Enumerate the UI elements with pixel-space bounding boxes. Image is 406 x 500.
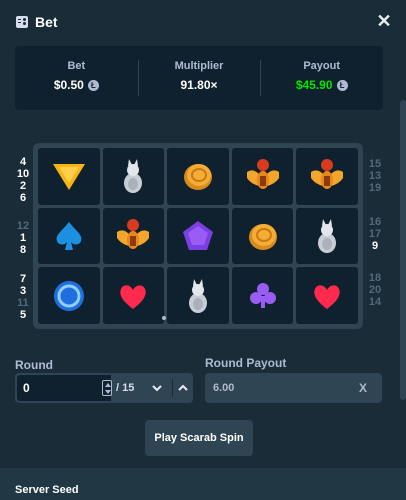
modal-scrollbar[interactable] (400, 100, 406, 400)
multiplier-label: Multiplier (174, 60, 224, 72)
reel-cell (167, 148, 229, 205)
reel-cell (231, 148, 294, 205)
litecoin-icon: Ł (336, 79, 348, 91)
multiplier-value: 91.80× (180, 78, 217, 92)
scarab-symbol-icon (117, 218, 150, 249)
club-symbol-icon (249, 282, 276, 308)
modal-title: Bet (35, 14, 58, 30)
scarab-symbol-icon (311, 159, 344, 190)
payout-stat: Payout $45.90 Ł (260, 46, 383, 110)
bet-label: Bet (67, 60, 86, 72)
round-label: Round (15, 358, 53, 372)
payline-number: 8 (19, 244, 27, 256)
payline-group-right-top: 15 13 19 (368, 158, 382, 194)
cat-symbol-icon (124, 159, 143, 194)
scarab-symbol-icon (246, 159, 279, 190)
payline-number: 17 (368, 228, 382, 240)
coin-symbol-icon (248, 223, 277, 250)
payout-amount: $45.90 (295, 78, 333, 92)
multiplier-amount: 91.80× (180, 78, 218, 92)
payline-number: 6 (19, 192, 27, 204)
round-payout-label: Round Payout (205, 356, 287, 370)
litecoin-icon: Ł (87, 79, 99, 91)
heart-symbol-icon (120, 285, 147, 309)
reel-cell (296, 267, 358, 324)
bet-summary: Bet $0.50 Ł Multiplier 91.80× Payout $45… (15, 46, 383, 110)
round-increment-button[interactable] (173, 373, 193, 403)
close-icon[interactable]: ✕ (375, 12, 393, 30)
payline-group-right-bottom: 18 20 14 (368, 272, 382, 308)
ring-symbol-icon (53, 280, 84, 311)
payline-number: 1 (19, 232, 27, 244)
round-payout-field: 6.00 X (205, 373, 382, 403)
reel-cell (38, 207, 100, 265)
reel-cell (38, 267, 100, 324)
payout-label: Payout (303, 60, 341, 72)
cat-symbol-icon (188, 278, 207, 313)
cat-symbol-icon (318, 218, 337, 253)
reel-cell (296, 148, 358, 205)
payout-value: $45.90 Ł (296, 78, 348, 92)
reel-cell (167, 267, 229, 324)
payline-number: 16 (368, 216, 382, 228)
reel-cell (296, 207, 358, 265)
bet-amount: $0.50 (53, 78, 84, 92)
triangle-symbol-icon (52, 164, 85, 191)
play-scarab-spin-button[interactable]: Play Scarab Spin (145, 420, 253, 456)
payline-number: 15 (368, 158, 382, 170)
heart-symbol-icon (314, 285, 340, 309)
board-indicator-icon (162, 316, 166, 320)
reel-board (33, 143, 363, 329)
payline-number: 3 (19, 285, 27, 297)
reel-grid (38, 148, 358, 324)
payline-group-left-bottom: 7 3 11 5 (16, 273, 30, 321)
payline-number: 12 (16, 220, 30, 232)
server-seed-label: Server Seed (15, 484, 79, 496)
reel-cell (167, 207, 229, 265)
payline-group-left-top: 4 10 2 6 (16, 156, 30, 204)
reel-cell (102, 148, 165, 205)
round-input[interactable]: 0 (17, 375, 111, 401)
server-seed-panel: Server Seed (0, 468, 406, 500)
payline-number: 20 (368, 284, 382, 296)
payline-number: 9 (371, 240, 379, 252)
payline-number: 10 (16, 168, 30, 180)
chevron-up-icon (178, 384, 188, 391)
round-payout-value: 6.00 (213, 382, 235, 394)
multiplier-stat: Multiplier 91.80× (137, 46, 261, 110)
payline-number: 19 (368, 182, 382, 194)
bet-stat: Bet $0.50 Ł (15, 46, 138, 110)
reel-cell (38, 148, 100, 205)
bet-value: $0.50 Ł (54, 78, 99, 92)
reel-cell (102, 267, 165, 324)
payline-number: 5 (19, 309, 27, 321)
reel-cell (231, 207, 294, 265)
stepper-icon[interactable] (102, 380, 112, 396)
round-control: 0 / 15 (15, 373, 193, 403)
payline-group-left-middle: 12 1 8 (16, 220, 30, 256)
payline-number: 18 (368, 272, 382, 284)
pentagon-symbol-icon (182, 220, 213, 250)
modal-header: Bet ✕ (0, 0, 406, 44)
round-decrement-button[interactable] (141, 373, 173, 403)
payline-group-right-middle: 16 17 9 (368, 216, 382, 252)
reel-cell (231, 267, 294, 324)
payline-number: 2 (19, 180, 27, 192)
payline-number: 7 (19, 273, 27, 285)
payline-number: 11 (17, 297, 29, 309)
payline-number: 4 (19, 156, 27, 168)
clear-icon[interactable]: X (359, 373, 367, 403)
round-total: / 15 (116, 382, 135, 394)
reel-cell (102, 207, 165, 265)
bet-slip-icon (16, 16, 28, 28)
chevron-down-icon (152, 385, 162, 392)
spade-symbol-icon (56, 221, 82, 250)
payline-number: 13 (368, 170, 382, 182)
payline-number: 14 (368, 296, 382, 308)
coin-symbol-icon (183, 164, 212, 191)
